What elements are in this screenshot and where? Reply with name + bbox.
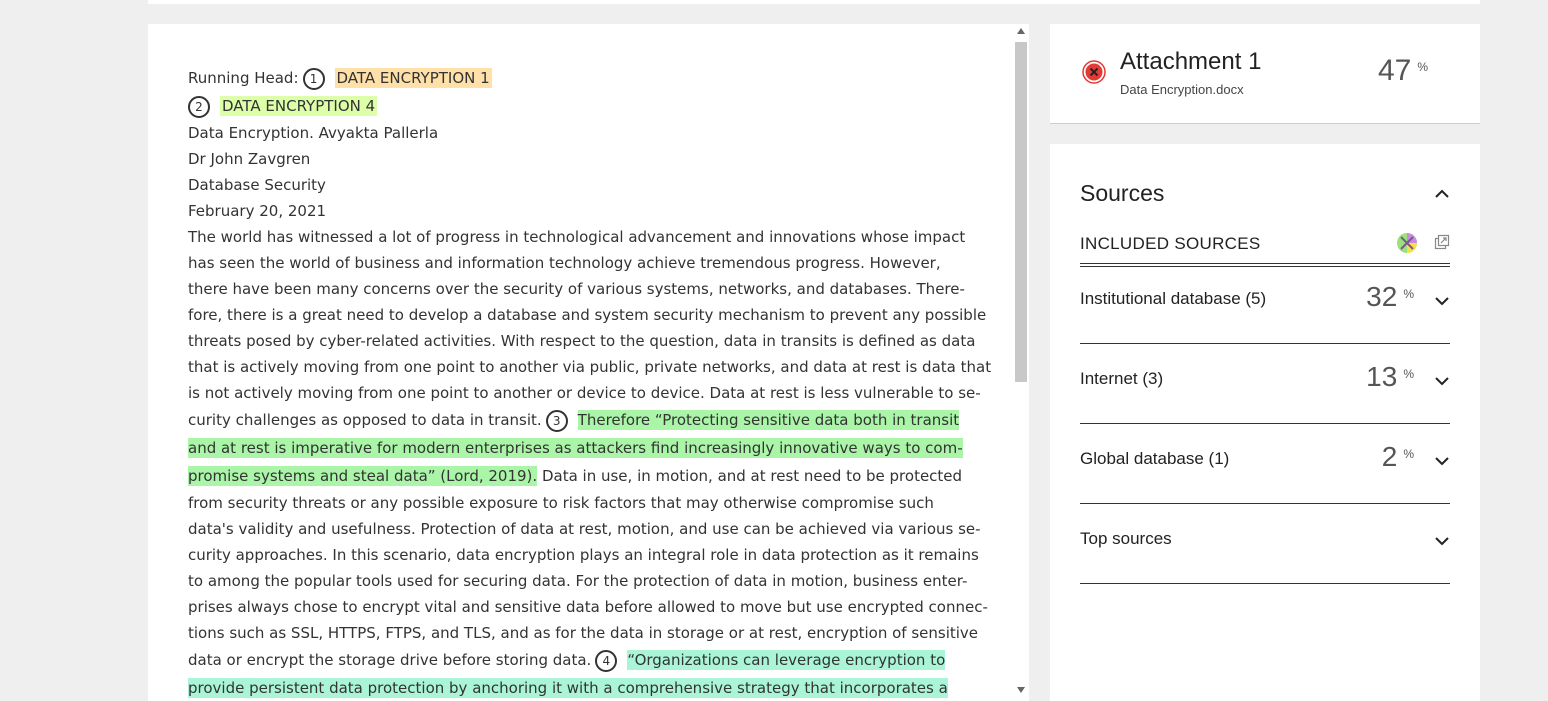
document-scrollbar[interactable] [1013, 24, 1029, 701]
doc-line: fore, there is a great need to develop a… [188, 302, 986, 328]
doc-text: curity approaches. In this scenario, dat… [188, 546, 979, 564]
doc-line: to among the popular tools used for secu… [188, 568, 980, 594]
scroll-down-arrow-icon[interactable] [1017, 687, 1025, 693]
source-percent-value: 2 [1381, 441, 1398, 472]
highlight-match[interactable]: provide persistent data protection by an… [188, 678, 948, 698]
doc-line: data or encrypt the storage drive before… [188, 646, 980, 674]
source-percent: 32% [1366, 281, 1414, 313]
highlight-match[interactable]: and at rest is imperative for modern ent… [188, 438, 963, 458]
color-highlight-icon[interactable] [1396, 232, 1418, 254]
document-text: Running Head: 1 DATA ENCRYPTION 1 2 DATA ENC… [188, 64, 991, 701]
doc-line: provide persistent data protection by an… [188, 674, 980, 701]
doc-line: Dr John Zavgren [188, 146, 980, 172]
scroll-up-arrow-icon[interactable] [1017, 28, 1025, 34]
doc-text: is not actively moving from one point to… [188, 384, 981, 402]
document-viewer[interactable]: Running Head: 1 DATA ENCRYPTION 1 2 DATA ENC… [148, 24, 1028, 701]
doc-line: prises always chose to encrypt vital and… [188, 594, 988, 620]
attachment-percent-sign: % [1417, 60, 1429, 74]
match-number-badge[interactable]: 1 [302, 67, 325, 90]
doc-line: 2 DATA ENCRYPTION 4 [188, 92, 980, 120]
doc-text: Dr John Zavgren [188, 150, 311, 168]
attachment-filename: Data Encryption.docx [1120, 82, 1244, 97]
attachment-percent: 47% [1378, 54, 1428, 88]
doc-text: February 20, 2021 [188, 202, 327, 220]
doc-text: Data Encryption. Avyakta Pallerla [188, 124, 439, 142]
open-external-icon[interactable] [1434, 234, 1450, 250]
doc-text: data's validity and usefulness. Protecti… [188, 520, 981, 538]
chevron-down-icon[interactable] [1434, 533, 1450, 549]
source-percent-sign: % [1403, 367, 1414, 381]
attachment-card: Attachment 1 Data Encryption.docx 47% [1050, 24, 1480, 124]
doc-text: prises always chose to encrypt vital and… [188, 598, 988, 616]
doc-line: data's validity and usefulness. Protecti… [188, 516, 981, 542]
doc-line: that is actively moving from one point t… [188, 354, 991, 380]
doc-line: Running Head: 1 DATA ENCRYPTION 1 [188, 64, 980, 92]
source-name: Institutional database (5) [1080, 289, 1267, 308]
doc-text: to among the popular tools used for secu… [188, 572, 968, 590]
doc-text: Data in use, in motion, and at rest need… [537, 467, 963, 485]
doc-line: February 20, 2021 [188, 198, 980, 224]
doc-line: threats posed by cyber-related activitie… [188, 328, 980, 354]
source-percent: 13% [1366, 361, 1414, 393]
source-percent-value: 13 [1366, 361, 1398, 392]
source-row-global[interactable]: Global database (1) 2% [1080, 423, 1450, 504]
doc-text: fore, there is a great need to develop a… [188, 306, 987, 324]
chevron-down-icon[interactable] [1434, 453, 1450, 469]
doc-text: tions such as SSL, HTTPS, FTPS, and TLS,… [188, 624, 979, 642]
sources-title: Sources [1080, 180, 1165, 206]
source-name: Global database (1) [1080, 449, 1230, 468]
doc-text: that is actively moving from one point t… [188, 358, 992, 376]
source-row-top-sources[interactable]: Top sources [1080, 503, 1450, 584]
sources-panel: Sources INCLUDED SOURCES Institutional d… [1050, 144, 1480, 701]
highlight-match[interactable]: Therefore “Protecting sensitive data bot… [577, 410, 960, 430]
doc-text: The world has witnessed a lot of progres… [188, 228, 966, 246]
error-circle-icon[interactable] [1082, 60, 1106, 84]
highlight-match[interactable]: DATA ENCRYPTION 1 [334, 68, 492, 88]
source-percent-sign: % [1403, 447, 1414, 461]
doc-text: data or encrypt the storage drive before… [188, 651, 592, 669]
source-row-institutional[interactable]: Institutional database (5) 32% [1080, 263, 1450, 344]
included-sources-label: INCLUDED SOURCES [1080, 234, 1261, 253]
doc-text: from security threats or any possible ex… [188, 494, 934, 512]
doc-line: and at rest is imperative for modern ent… [188, 434, 980, 462]
source-row-internet[interactable]: Internet (3) 13% [1080, 343, 1450, 424]
doc-line: has seen the world of business and infor… [188, 250, 980, 276]
match-number-badge[interactable]: 2 [188, 95, 210, 118]
doc-line: Database Security [188, 172, 980, 198]
match-number-badge[interactable]: 3 [545, 409, 568, 432]
source-percent-value: 32 [1366, 281, 1398, 312]
doc-text: has seen the world of business and infor… [188, 254, 941, 272]
doc-line: is not actively moving from one point to… [188, 380, 981, 406]
top-bar [148, 0, 1480, 4]
attachment-title: Attachment 1 [1120, 48, 1262, 75]
doc-line: from security threats or any possible ex… [188, 490, 980, 516]
running-head-label: Running Head: [188, 69, 299, 87]
attachment-percent-value: 47 [1378, 54, 1412, 87]
doc-line: curity challenges as opposed to data in … [188, 406, 980, 434]
highlight-match[interactable]: “Organizations can leverage encryption t… [627, 650, 946, 670]
doc-text: there have been many concerns over the s… [188, 280, 965, 298]
doc-line: The world has witnessed a lot of progres… [188, 224, 980, 250]
source-name: Internet (3) [1080, 369, 1164, 388]
chevron-up-icon[interactable] [1434, 186, 1450, 202]
doc-line: there have been many concerns over the s… [188, 276, 980, 302]
source-percent-sign: % [1403, 287, 1414, 301]
highlight-match[interactable]: DATA ENCRYPTION 4 [220, 96, 378, 116]
source-name: Top sources [1080, 529, 1172, 548]
chevron-down-icon[interactable] [1434, 373, 1450, 389]
doc-text: curity challenges as opposed to data in … [188, 411, 542, 429]
doc-line: tions such as SSL, HTTPS, FTPS, and TLS,… [188, 620, 980, 646]
doc-line: promise systems and steal data” (Lord, 2… [188, 462, 980, 490]
doc-text: threats posed by cyber-related activitie… [188, 332, 976, 350]
doc-line: Data Encryption. Avyakta Pallerla [188, 120, 980, 146]
doc-line: curity approaches. In this scenario, dat… [188, 542, 980, 568]
scroll-thumb[interactable] [1015, 42, 1027, 382]
doc-text: Database Security [188, 176, 326, 194]
source-percent: 2% [1382, 441, 1414, 473]
match-number-badge[interactable]: 4 [595, 649, 618, 672]
highlight-match[interactable]: promise systems and steal data” (Lord, 2… [188, 466, 538, 486]
chevron-down-icon[interactable] [1434, 293, 1450, 309]
